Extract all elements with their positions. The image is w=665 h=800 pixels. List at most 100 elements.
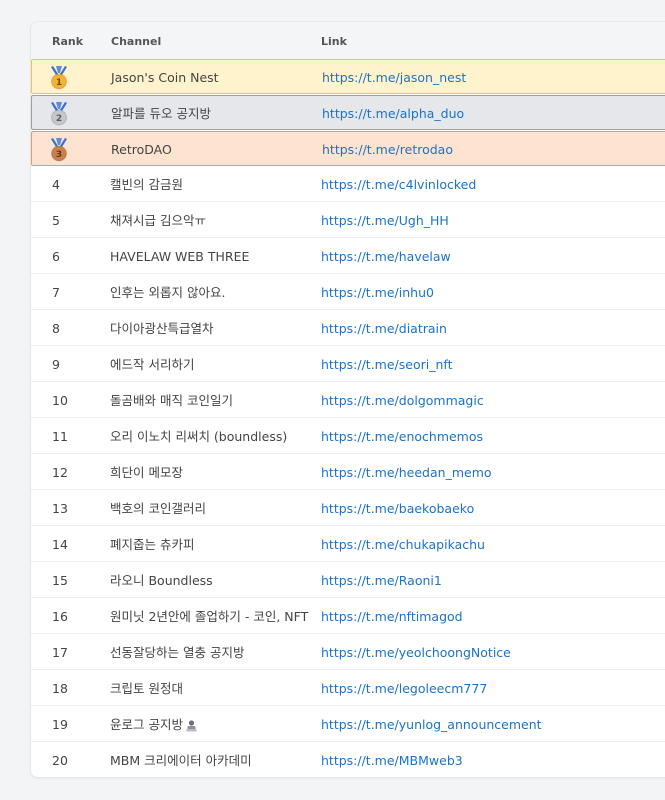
channel-name-text: MBM 크리에이터 아카데미 bbox=[110, 753, 252, 768]
channel-name-text: 희단이 메모장 bbox=[110, 465, 183, 480]
channel-name: 라오니 Boundless bbox=[110, 563, 213, 598]
channel-link[interactable]: https://t.me/heedan_memo bbox=[321, 455, 492, 490]
header-channel: Channel bbox=[111, 35, 162, 48]
rank-number: 6 bbox=[52, 249, 60, 264]
channel-name: 알파를 듀오 공지방 bbox=[111, 96, 211, 131]
channel-name: 채져시급 김으악ㅠ bbox=[110, 203, 206, 238]
header-rank: Rank bbox=[52, 35, 84, 48]
medal-rank-number: 3 bbox=[56, 150, 62, 160]
rank-number: 15 bbox=[52, 573, 68, 588]
medal-rank-number: 2 bbox=[56, 114, 62, 124]
table-row: 15 라오니 Boundless https://t.me/Raoni1 bbox=[31, 563, 665, 598]
channel-name-text: 에드작 서리하기 bbox=[110, 357, 195, 372]
table-row: 12 희단이 메모장 https://t.me/heedan_memo bbox=[31, 455, 665, 490]
rank-number: 14 bbox=[52, 537, 68, 552]
table-row: 14 폐지줍는 츄카피 https://t.me/chukapikachu bbox=[31, 527, 665, 562]
gold-medal-icon: 1 bbox=[51, 66, 67, 90]
table-row: 6 HAVELAW WEB THREE https://t.me/havelaw bbox=[31, 239, 665, 274]
table-row: 17 선동잘당하는 열충 공지방 https://t.me/yeolchoongNo… bbox=[31, 635, 665, 670]
channel-name-text: 폐지줍는 츄카피 bbox=[110, 537, 195, 552]
channel-name: 백호의 코인갤러리 bbox=[110, 491, 206, 526]
table-row: 13 백호의 코인갤러리 https://t.me/baekobaeko bbox=[31, 491, 665, 526]
table-row: 8 다이아광산특급열차 https://t.me/diatrain bbox=[31, 311, 665, 346]
channel-link[interactable]: https://t.me/retrodao bbox=[322, 132, 453, 167]
channel-name-text: 오리 이노치 리써치 (boundless) bbox=[110, 429, 288, 444]
bronze-medal-icon: 3 bbox=[51, 138, 67, 162]
silver-medal-icon: 2 bbox=[51, 102, 67, 126]
channel-name-text: 크립토 원정대 bbox=[110, 681, 183, 696]
rank-number: 18 bbox=[52, 681, 68, 696]
table-row: 3 RetroDAO https://t.me/retrodao bbox=[31, 131, 665, 166]
channel-name: 선동잘당하는 열충 공지방 bbox=[110, 635, 244, 670]
channel-name: 에드작 서리하기 bbox=[110, 347, 194, 382]
channel-name: MBM 크리에이터 아카데미 bbox=[110, 743, 252, 777]
rank-number: 17 bbox=[52, 645, 68, 660]
rank-number: 11 bbox=[52, 429, 68, 444]
channel-name: RetroDAO bbox=[111, 132, 172, 167]
channel-name-text: 캘빈의 감금원 bbox=[110, 177, 183, 192]
rank-number: 12 bbox=[52, 465, 68, 480]
table-row: 10 돌곰배와 매직 코인일기 https://t.me/dolgommagic bbox=[31, 383, 665, 418]
channel-link[interactable]: https://t.me/alpha_duo bbox=[322, 96, 464, 131]
channel-name-text: 라오니 Boundless bbox=[110, 573, 213, 588]
channel-link[interactable]: https://t.me/MBMweb3 bbox=[321, 743, 463, 777]
rank-number: 8 bbox=[52, 321, 60, 336]
rank-number: 16 bbox=[52, 609, 68, 624]
channel-link[interactable]: https://t.me/yunlog_announcement bbox=[321, 707, 542, 742]
channel-link[interactable]: https://t.me/nftimagod bbox=[321, 599, 463, 634]
rank-number: 5 bbox=[52, 213, 60, 228]
header-link: Link bbox=[321, 35, 347, 48]
channel-name-text: 원미닛 2년안에 졸업하기 - 코인, NFT bbox=[110, 609, 309, 624]
channel-name: 다이아광산특급열차 bbox=[110, 311, 214, 346]
channel-link[interactable]: https://t.me/Raoni1 bbox=[321, 563, 442, 598]
table-row: 4 캘빈의 감금원 https://t.me/c4lvinlocked bbox=[31, 167, 665, 202]
channel-name: 오리 이노치 리써치 (boundless) bbox=[110, 419, 287, 454]
channel-name: 캘빈의 감금원 bbox=[110, 167, 183, 202]
table-row: 9 에드작 서리하기 https://t.me/seori_nft bbox=[31, 347, 665, 382]
channel-link[interactable]: https://t.me/legoleecm777 bbox=[321, 671, 487, 706]
table-row: 1 Jason's Coin Nest https://t.me/jason_nes… bbox=[31, 59, 665, 94]
rank-number: 7 bbox=[52, 285, 60, 300]
channel-name-text: 인후는 외롭지 않아요. bbox=[110, 285, 226, 300]
table-row: 5 채져시급 김으악ㅠ https://t.me/Ugh_HH bbox=[31, 203, 665, 238]
channel-link[interactable]: https://t.me/Ugh_HH bbox=[321, 203, 449, 238]
table-row: 7 인후는 외롭지 않아요. https://t.me/inhu0 bbox=[31, 275, 665, 310]
channel-link[interactable]: https://t.me/jason_nest bbox=[322, 60, 466, 95]
channel-name: 희단이 메모장 bbox=[110, 455, 183, 490]
channel-name: 원미닛 2년안에 졸업하기 - 코인, NFT bbox=[110, 599, 308, 634]
channel-link[interactable]: https://t.me/c4lvinlocked bbox=[321, 167, 476, 202]
channel-link[interactable]: https://t.me/havelaw bbox=[321, 239, 451, 274]
table-row: 16 원미닛 2년안에 졸업하기 - 코인, NFT https://t.me/nf… bbox=[31, 599, 665, 634]
rank-number: 4 bbox=[52, 177, 60, 192]
table-row: 2 알파를 듀오 공지방 https://t.me/alpha_duo bbox=[31, 95, 665, 130]
table-row: 18 크립토 원정대 https://t.me/legoleecm777 bbox=[31, 671, 665, 706]
channel-name-text: 백호의 코인갤러리 bbox=[110, 501, 206, 516]
channel-name-text: Jason's Coin Nest bbox=[111, 70, 219, 85]
channel-name: 크립토 원정대 bbox=[110, 671, 183, 706]
channel-link[interactable]: https://t.me/dolgommagic bbox=[321, 383, 484, 418]
channel-link[interactable]: https://t.me/chukapikachu bbox=[321, 527, 485, 562]
person-laptop-icon bbox=[186, 719, 197, 731]
channel-link[interactable]: https://t.me/diatrain bbox=[321, 311, 447, 346]
channel-name-text: 채져시급 김으악ㅠ bbox=[110, 213, 206, 228]
rank-number: 9 bbox=[52, 357, 60, 372]
channel-name: 윤로그 공지방 bbox=[110, 707, 197, 742]
channel-name-text: 윤로그 공지방 bbox=[110, 717, 183, 732]
ranking-table: Rank Channel Link 1 Jason's Coin Nest http… bbox=[30, 21, 665, 778]
channel-name-text: 선동잘당하는 열충 공지방 bbox=[110, 645, 245, 660]
channel-link[interactable]: https://t.me/inhu0 bbox=[321, 275, 434, 310]
rank-number: 13 bbox=[52, 501, 68, 516]
channel-link[interactable]: https://t.me/baekobaeko bbox=[321, 491, 474, 526]
channel-link[interactable]: https://t.me/seori_nft bbox=[321, 347, 452, 382]
rank-number: 20 bbox=[52, 753, 68, 768]
medal-rank-number: 1 bbox=[56, 78, 62, 88]
channel-name: 폐지줍는 츄카피 bbox=[110, 527, 194, 562]
rank-number: 10 bbox=[52, 393, 68, 408]
channel-name: Jason's Coin Nest bbox=[111, 60, 219, 95]
channel-name: 돌곰배와 매직 코인일기 bbox=[110, 383, 233, 418]
channel-name: HAVELAW WEB THREE bbox=[110, 239, 249, 274]
channel-link[interactable]: https://t.me/enochmemos bbox=[321, 419, 483, 454]
table-row: 19 윤로그 공지방 https://t.me/yunlog_announcemen… bbox=[31, 707, 665, 742]
channel-link[interactable]: https://t.me/yeolchoongNotice bbox=[321, 635, 511, 670]
channel-name-text: HAVELAW WEB THREE bbox=[110, 249, 250, 264]
